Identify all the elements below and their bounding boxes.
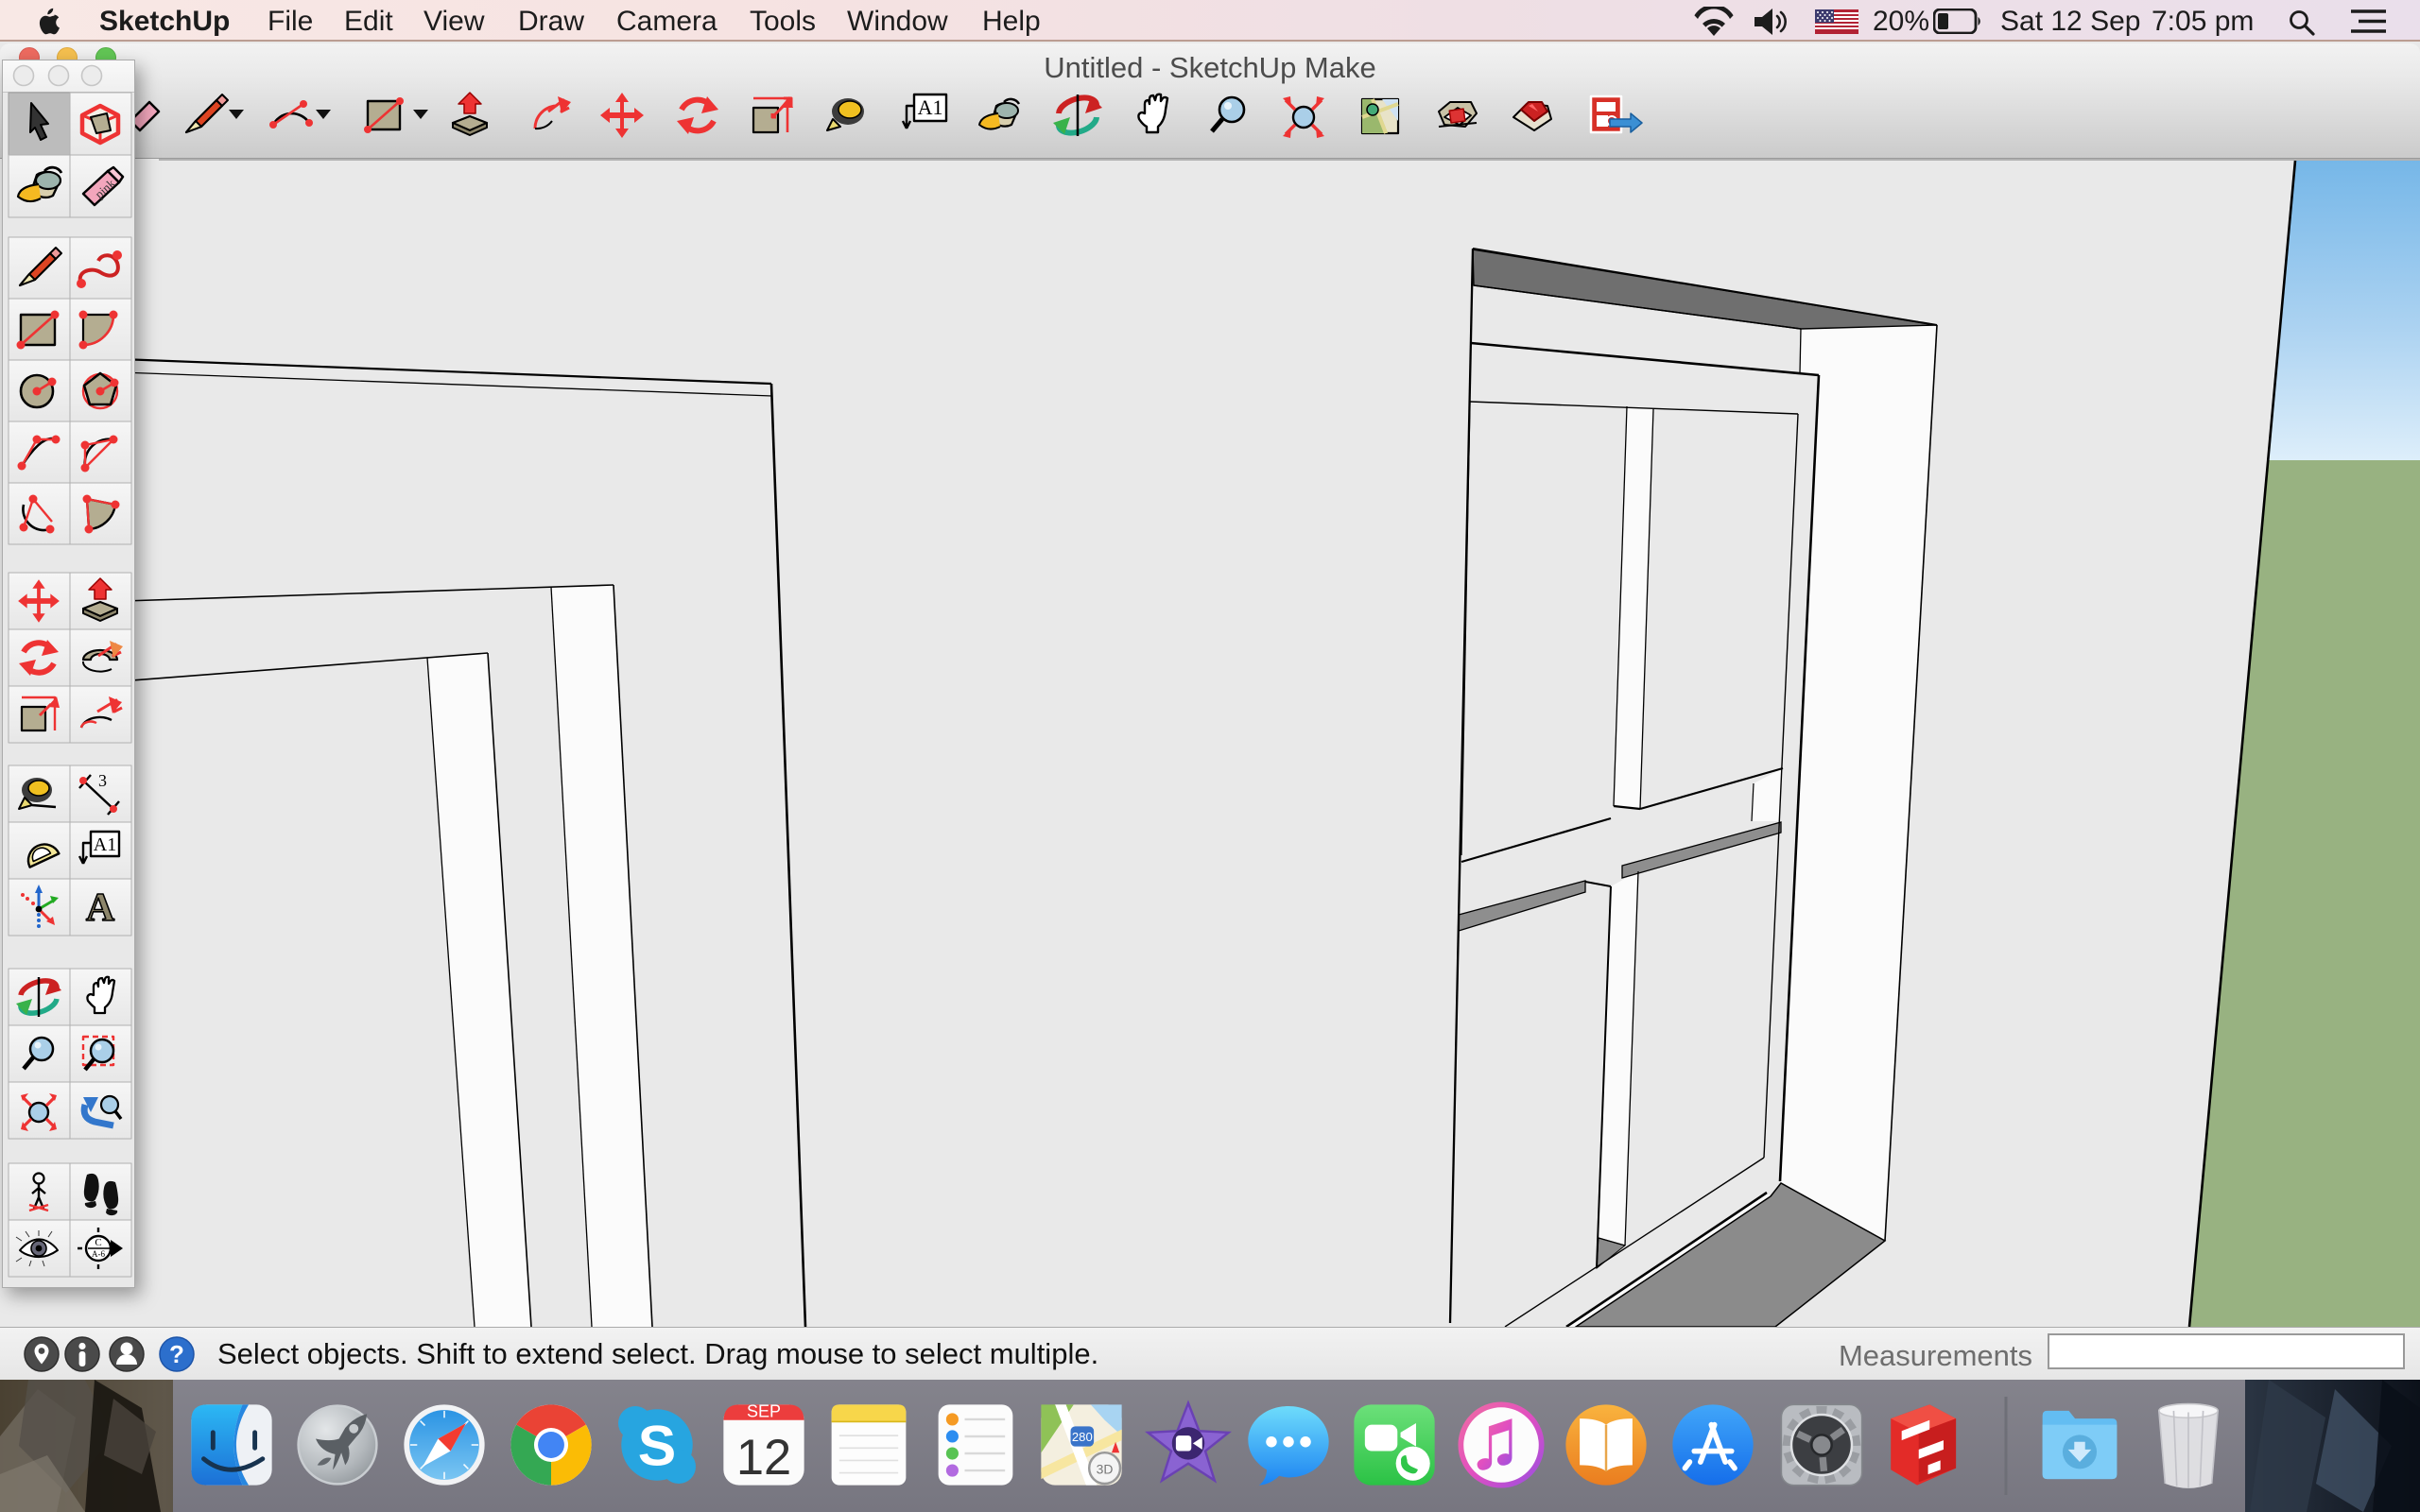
svg-text:12: 12 [736, 1430, 791, 1486]
svg-text:A: A [86, 886, 115, 930]
svg-text:SEP: SEP [747, 1401, 781, 1420]
svg-text:280: 280 [1072, 1430, 1093, 1444]
svg-text:?: ? [169, 1340, 184, 1368]
svg-text:A1: A1 [918, 95, 943, 119]
svg-text:3D: 3D [1097, 1461, 1114, 1476]
svg-text:C: C [95, 1237, 101, 1248]
svg-text:A1: A1 [94, 834, 116, 855]
svg-text:S: S [638, 1413, 676, 1477]
svg-text:3: 3 [98, 771, 107, 790]
svg-text:A-6: A-6 [92, 1249, 105, 1259]
